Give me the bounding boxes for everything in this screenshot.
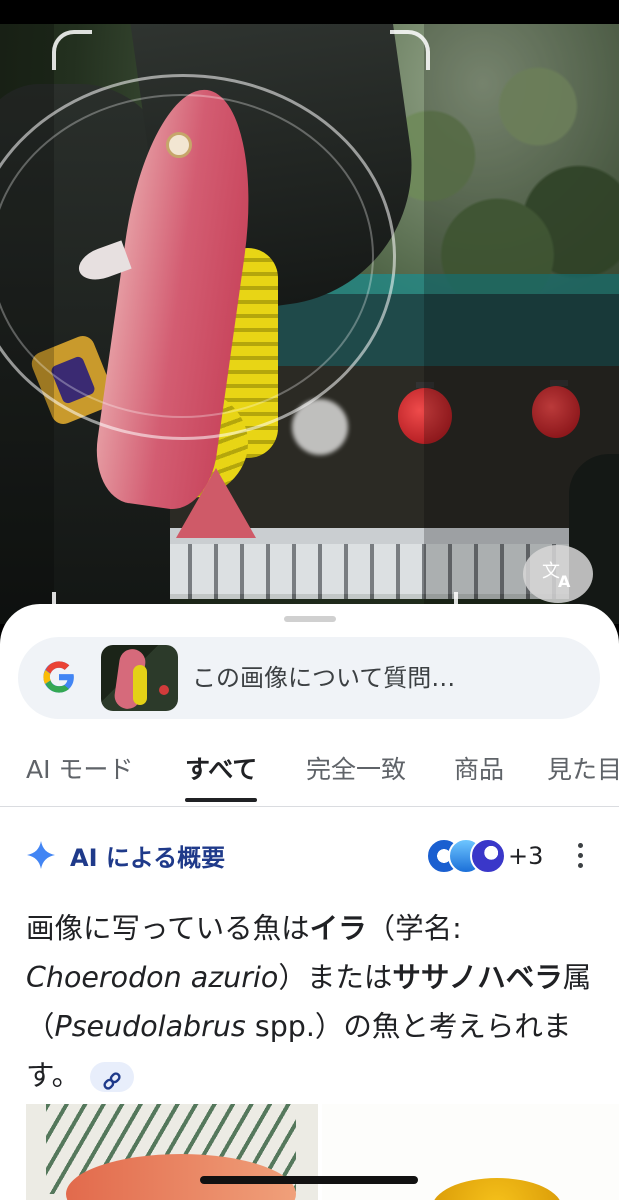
image-yellow-fish [432, 1178, 562, 1200]
more-sources-count: +3 [508, 842, 544, 870]
answer-text: 画像に写っている魚は [26, 912, 310, 945]
source-favicon [470, 838, 506, 874]
tab-all[interactable]: すべて [185, 750, 258, 806]
ai-overview-title: AI による概要 [70, 844, 226, 872]
camera-image: 文 A [0, 24, 619, 624]
focus-glow [292, 399, 348, 455]
svg-text:A: A [558, 572, 571, 589]
translate-button[interactable]: 文 A [523, 545, 593, 603]
source-link-chip[interactable] [90, 1062, 135, 1092]
scan-ring-inner [0, 94, 374, 418]
tab-visual-matches[interactable]: 見た目 [547, 750, 619, 806]
answer-text: ）または [278, 961, 393, 994]
fish-name-sasanohabera: ササノハベラ [392, 961, 563, 994]
result-image-1[interactable] [26, 1104, 318, 1200]
search-image-thumbnail[interactable] [101, 645, 178, 711]
tab-ai-mode[interactable]: AI モード [26, 750, 133, 806]
home-indicator[interactable] [200, 1176, 418, 1184]
sheet-drag-handle[interactable] [284, 616, 336, 622]
tab-active-indicator [185, 798, 258, 802]
sparkle-icon [27, 841, 55, 869]
tab-all-label: すべて [185, 755, 258, 784]
search-input[interactable]: この画像について質問… [192, 637, 455, 719]
scientific-name-1: Choerodon azurio [26, 961, 279, 994]
thumb-seaweed [133, 665, 147, 705]
result-tabs: AI モード すべて 完全一致 商品 見た目 [0, 736, 619, 807]
result-image-2[interactable] [322, 1104, 619, 1200]
crop-handle-top-right[interactable] [390, 30, 430, 70]
crop-handle-top-left[interactable] [52, 30, 92, 70]
thumb-lantern [159, 685, 169, 695]
google-g-icon [43, 661, 74, 693]
tab-products[interactable]: 商品 [454, 750, 504, 806]
fish-name-ira: イラ [309, 912, 367, 945]
answer-text: （学名: [366, 912, 462, 945]
scientific-name-2: Pseudolabrus [54, 1010, 246, 1043]
status-bar [0, 0, 619, 24]
source-avatars[interactable]: +3 [426, 836, 566, 876]
ai-overview-answer: 画像に写っている魚はイラ（学名: Choerodon azurio）またはササノ… [26, 904, 592, 1100]
translate-icon: 文 A [542, 561, 571, 589]
more-vert-icon[interactable] [570, 840, 590, 872]
tab-exact-match[interactable]: 完全一致 [306, 750, 406, 806]
results-sheet[interactable]: この画像について質問… AI モード すべて 完全一致 商品 見た目 AI によ… [0, 604, 619, 1200]
ai-overview-header: AI による概要 +3 [26, 836, 596, 876]
search-bar[interactable]: この画像について質問… [18, 637, 600, 719]
link-icon [103, 1072, 121, 1090]
selection-dim-right [424, 24, 619, 624]
